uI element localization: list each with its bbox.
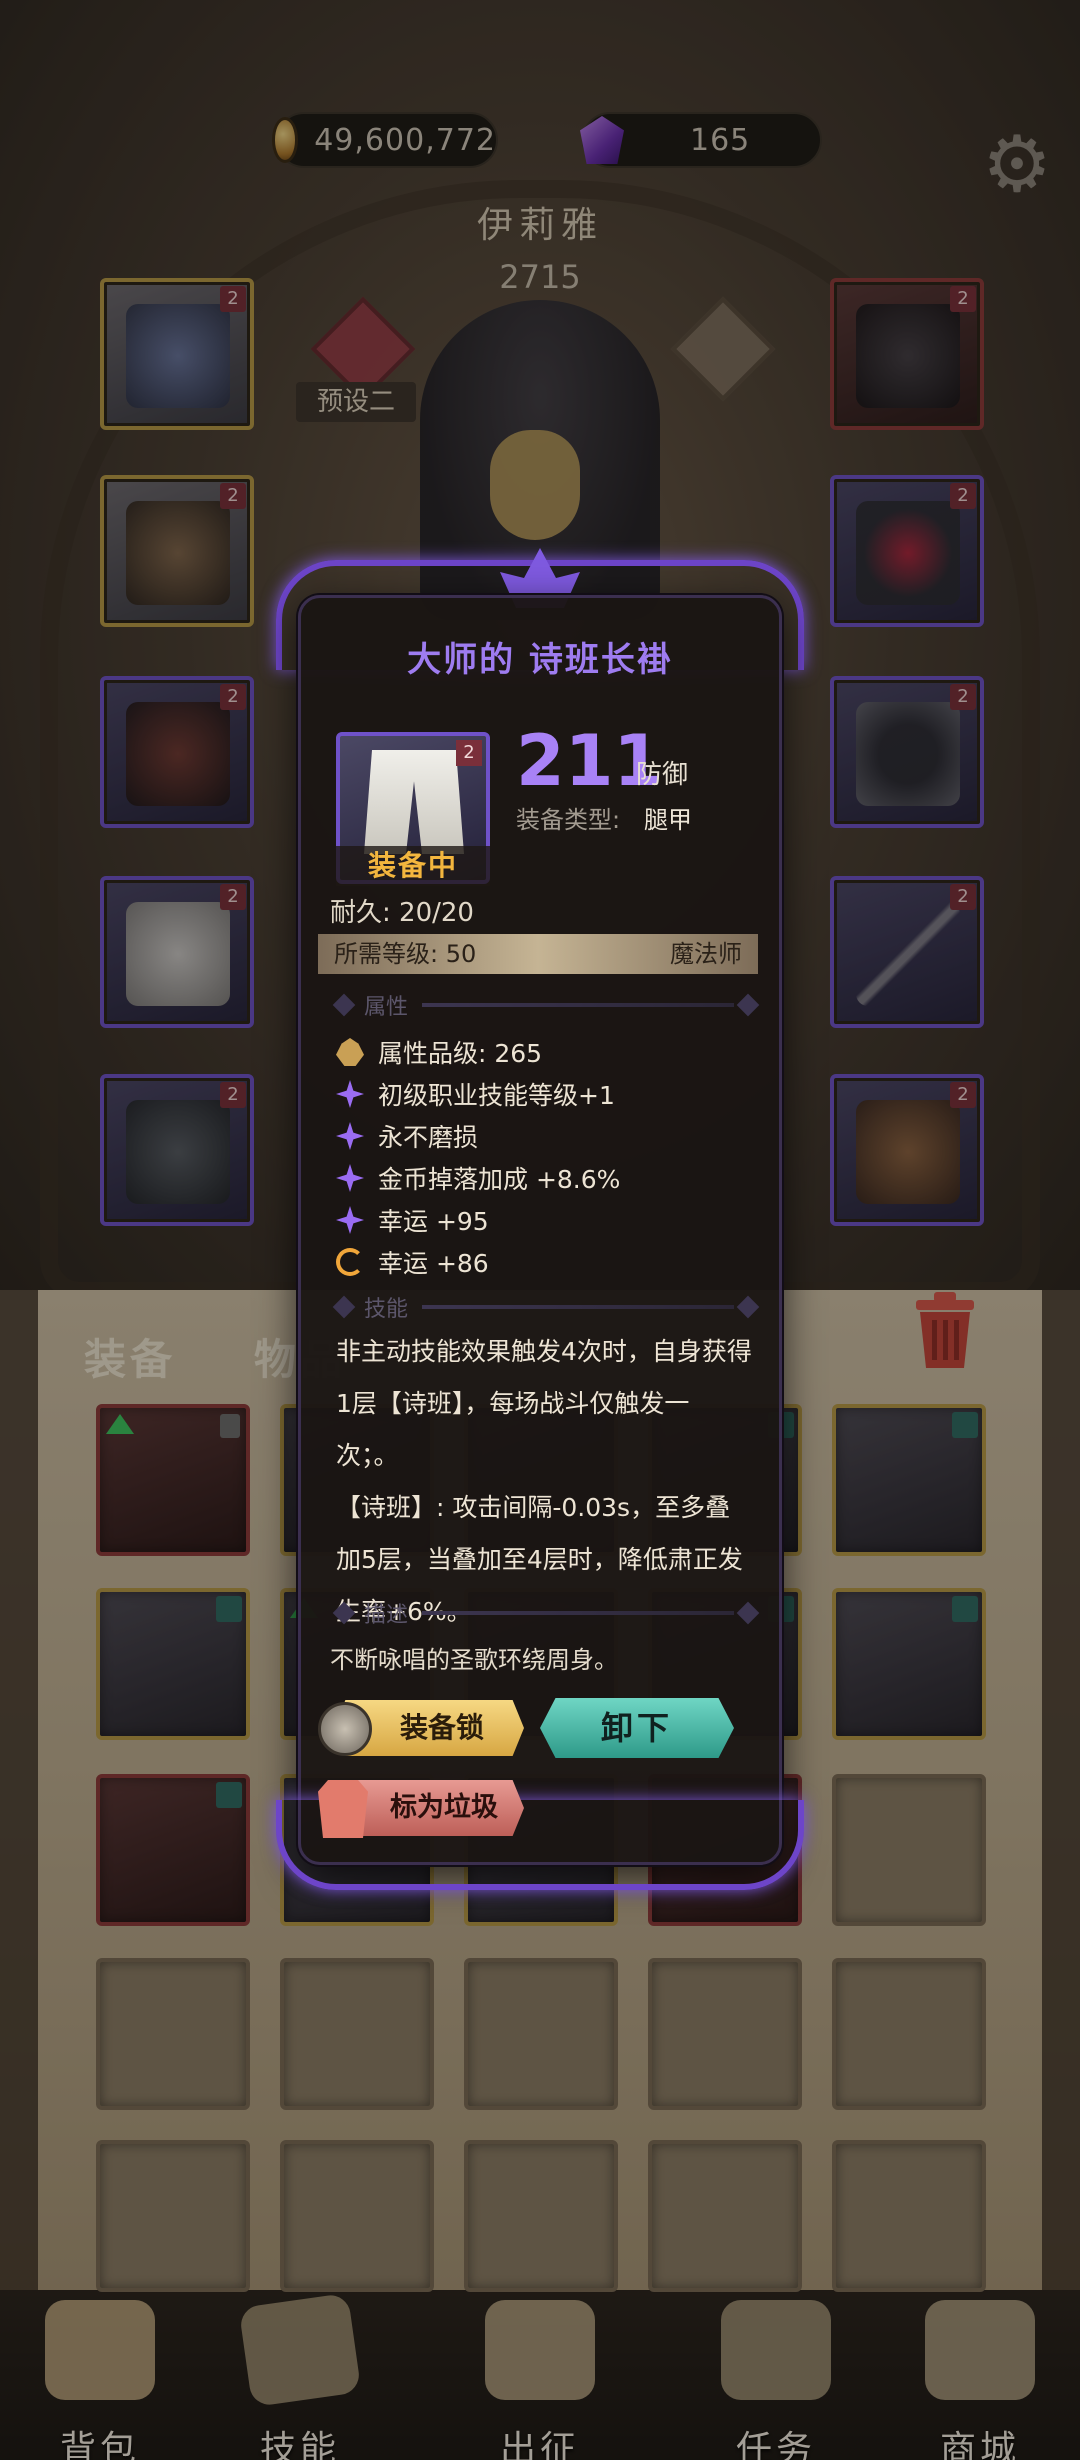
equip-type-value: 腿甲 [644,806,692,834]
star-icon [336,1122,364,1150]
crest-icon [336,1038,364,1066]
attribute-row: 属性品级: 265 [336,1034,542,1070]
star-icon [336,1080,364,1108]
section-header-description: 描述 [332,1598,760,1628]
star-icon [336,1164,364,1192]
main-stat-unit: 防御 [636,760,689,790]
tier-badge: 2 [456,740,482,766]
durability: 耐久: 20/20 [330,898,474,928]
attribute-row: 初级职业技能等级+1 [336,1076,615,1112]
requirement-bar: 所需等级: 50 魔法师 [318,934,758,974]
junk-flask-icon [318,1780,368,1838]
diamond-icon [332,1295,356,1319]
item-flavor-text: 不断咏唱的圣歌环绕周身。 [330,1646,618,1674]
required-class: 魔法师 [670,940,742,968]
section-header-attributes: 属性 [332,990,760,1020]
attribute-row: 金币掉落加成 +8.6% [336,1160,620,1196]
diamond-icon [332,993,356,1017]
required-level: 所需等级: 50 [334,940,477,968]
skill-description: 非主动技能效果触发4次时，自身获得 1层【诗班】，每场战斗仅触发一 次；。 【诗… [336,1337,752,1626]
diamond-icon [736,1601,760,1625]
equipped-tag: 装备中 [336,846,490,886]
attribute-row: 幸运 +95 [336,1202,489,1238]
padlock-icon [318,1702,372,1756]
star-icon [336,1206,364,1234]
diamond-icon [736,993,760,1017]
attribute-row: 永不磨损 [336,1118,478,1154]
attribute-row: 幸运 +86 [336,1244,489,1280]
section-header-skill: 技能 [332,1292,760,1322]
equip-type-label: 装备类型: [516,806,621,834]
diamond-icon [736,1295,760,1319]
item-title: 大师的 诗班长褂 [407,640,673,680]
diamond-icon [332,1601,356,1625]
cycle-icon [336,1248,364,1276]
pants-icon [364,750,464,854]
unequip-button[interactable]: 卸下 [540,1698,734,1758]
